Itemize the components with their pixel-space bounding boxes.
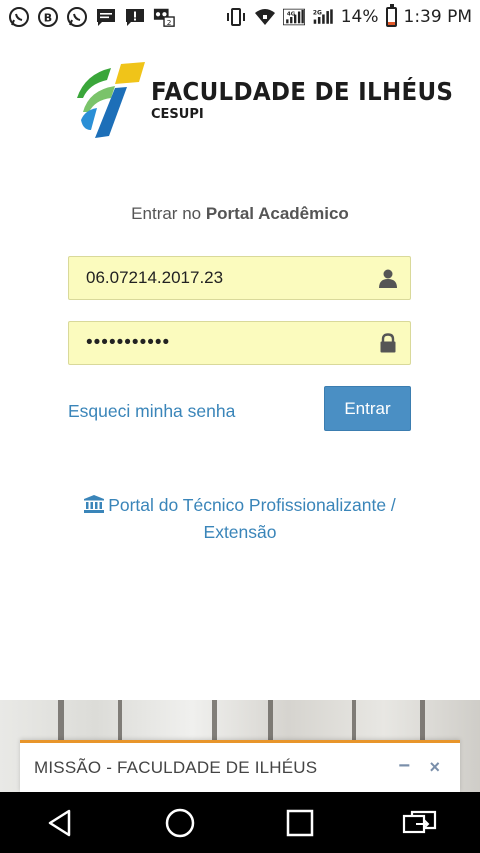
logo-mark-icon (77, 62, 145, 138)
signal-2g-icon: 2G (312, 6, 334, 28)
dual-window-icon (402, 810, 437, 833)
recents-button[interactable] (276, 799, 324, 847)
android-nav-bar (0, 792, 480, 853)
svg-text:B: B (44, 11, 52, 24)
institution-icon (84, 495, 105, 513)
dual-window-button[interactable] (396, 799, 444, 847)
home-button[interactable] (156, 799, 204, 847)
prompt-prefix: Entrar no (131, 204, 206, 223)
recents-icon (286, 809, 314, 836)
username-field[interactable] (68, 256, 411, 300)
clock: 1:39 PM (403, 6, 473, 27)
mission-panel[interactable]: MISSÃO - FACULDADE DE ILHÉUS − × (20, 740, 460, 792)
password-field[interactable] (68, 321, 411, 365)
lock-icon (380, 333, 396, 353)
login-prompt: Entrar no Portal Acadêmico (0, 204, 480, 224)
minimize-button[interactable]: − (398, 755, 410, 778)
status-bar: B 2 4G 2G 14% 1:39 PM (0, 0, 480, 33)
bbm-icon: B (37, 6, 59, 28)
forgot-password-link[interactable]: Esqueci minha senha (68, 401, 235, 422)
portal-tecnico-link[interactable]: Portal do Técnico Profissionalizante / E… (60, 492, 420, 546)
back-icon (48, 809, 71, 836)
svg-text:2: 2 (167, 17, 172, 26)
logo-subtitle: CESUPI (151, 106, 204, 122)
home-icon (165, 808, 195, 837)
whatsapp-icon (8, 6, 30, 28)
notification-icons: B 2 (8, 6, 175, 28)
battery-percent: 14% (340, 6, 379, 27)
system-indicators: 4G 2G 14% 1:39 PM (225, 3, 473, 28)
college-logo: FACULDADE DE ILHÉUS CESUPI (75, 60, 480, 138)
mission-title[interactable]: MISSÃO - FACULDADE DE ILHÉUS (34, 758, 317, 778)
network-2g-label: 2G (313, 10, 322, 16)
close-button[interactable]: × (429, 757, 440, 778)
portal-tecnico-label: Portal do Técnico Profissionalizante / E… (108, 495, 396, 542)
username-input[interactable] (86, 268, 356, 288)
logo-title: FACULDADE DE ILHÉUS (151, 76, 454, 106)
login-button[interactable]: Entrar (324, 386, 411, 431)
signal-4g-icon: 4G (282, 6, 305, 28)
user-icon (379, 269, 397, 288)
back-button[interactable] (36, 799, 84, 847)
wifi-icon (254, 6, 276, 28)
password-input[interactable] (86, 332, 356, 354)
vibrate-icon (225, 6, 247, 28)
battery-fill (387, 22, 395, 25)
alert-message-icon (124, 6, 146, 28)
prompt-portal-name: Portal Acadêmico (205, 204, 349, 223)
voicemail-icon: 2 (153, 6, 175, 28)
whatsapp-icon (66, 6, 88, 28)
message-icon (95, 6, 117, 28)
battery-icon (385, 3, 397, 27)
